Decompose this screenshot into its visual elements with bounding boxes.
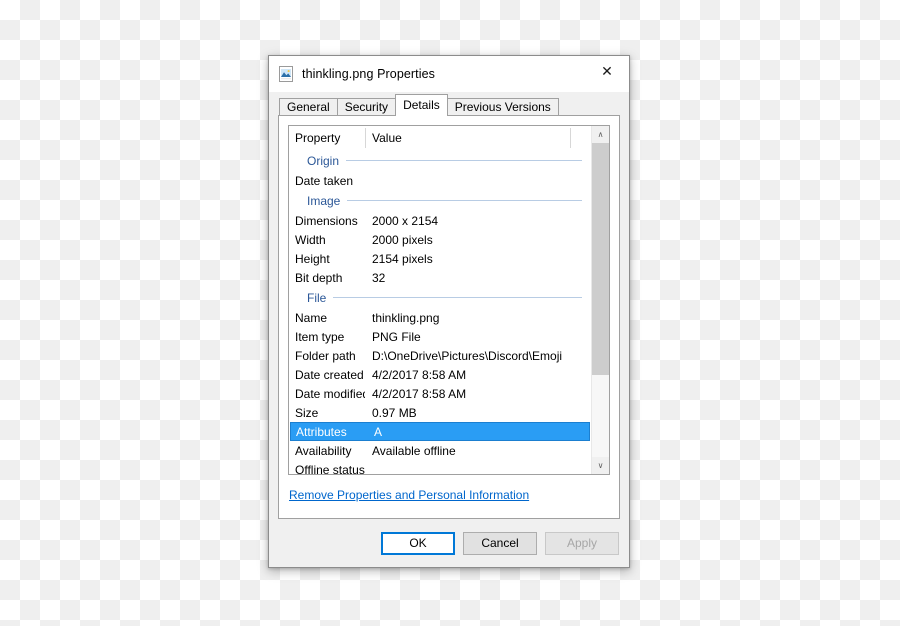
window-title: thinkling.png Properties	[302, 67, 435, 81]
close-icon: ✕	[601, 65, 613, 79]
header-divider-2[interactable]	[570, 128, 571, 148]
title-bar: thinkling.png Properties ✕	[269, 56, 629, 92]
section-image: Image	[289, 190, 591, 211]
row-key: Attributes	[291, 425, 367, 439]
table-row[interactable]: Height 2154 pixels	[289, 249, 591, 268]
row-key: Bit depth	[289, 271, 365, 285]
tab-strip: General Security Details Previous Versio…	[269, 92, 629, 115]
row-value: 2000 pixels	[365, 233, 433, 247]
row-value: Available offline	[365, 444, 456, 458]
tab-general[interactable]: General	[279, 98, 338, 115]
row-value: thinkling.png	[365, 311, 439, 325]
row-value: 0.97 MB	[365, 406, 417, 420]
row-value: PNG File	[365, 330, 421, 344]
row-key: Date taken	[289, 174, 365, 188]
ok-button-label: OK	[409, 536, 426, 550]
apply-button: Apply	[545, 532, 619, 555]
row-value: 2000 x 2154	[365, 214, 438, 228]
header-divider-1[interactable]	[365, 128, 366, 148]
row-key: Width	[289, 233, 365, 247]
table-row[interactable]: Width 2000 pixels	[289, 230, 591, 249]
cancel-button[interactable]: Cancel	[463, 532, 537, 555]
tab-previous-versions[interactable]: Previous Versions	[447, 98, 559, 115]
table-row[interactable]: Date taken	[289, 171, 591, 190]
section-image-label: Image	[307, 194, 347, 208]
property-list-viewport: Property Value Origin Date taken	[289, 126, 591, 474]
tab-security[interactable]: Security	[337, 98, 396, 115]
table-row[interactable]: Size 0.97 MB	[289, 403, 591, 422]
chevron-up-icon: ∧	[598, 131, 604, 139]
scroll-down-button[interactable]: ∨	[592, 457, 609, 474]
row-key: Availability	[289, 444, 365, 458]
details-tab-panel: Property Value Origin Date taken	[278, 115, 620, 519]
table-row[interactable]: Date modified 4/2/2017 8:58 AM	[289, 384, 591, 403]
table-row[interactable]: Offline status	[289, 460, 591, 474]
section-image-rule	[347, 200, 582, 201]
section-file-rule	[333, 297, 582, 298]
row-key: Date modified	[289, 387, 365, 401]
tab-previous-versions-label: Previous Versions	[455, 100, 551, 114]
property-list-header: Property Value	[289, 126, 591, 150]
tab-security-label: Security	[345, 100, 388, 114]
row-key: Height	[289, 252, 365, 266]
table-row[interactable]: Folder path D:\OneDrive\Pictures\Discord…	[289, 346, 591, 365]
row-key: Offline status	[289, 463, 365, 475]
table-row[interactable]: Date created 4/2/2017 8:58 AM	[289, 365, 591, 384]
remove-properties-link[interactable]: Remove Properties and Personal Informati…	[289, 488, 529, 502]
table-row[interactable]: Availability Available offline	[289, 441, 591, 460]
section-origin-rule	[346, 160, 582, 161]
scroll-up-button[interactable]: ∧	[592, 126, 609, 143]
tab-details[interactable]: Details	[395, 94, 448, 116]
row-value: 32	[365, 271, 385, 285]
row-value: 4/2/2017 8:58 AM	[365, 368, 466, 382]
row-value: 2154 pixels	[365, 252, 433, 266]
row-key: Item type	[289, 330, 365, 344]
row-key: Dimensions	[289, 214, 365, 228]
property-rows: Origin Date taken Image Dimensions	[289, 150, 591, 474]
section-file: File	[289, 287, 591, 308]
apply-button-label: Apply	[567, 536, 597, 550]
section-file-label: File	[307, 291, 333, 305]
properties-dialog: thinkling.png Properties ✕ General Secur…	[268, 55, 630, 568]
table-row[interactable]: Name thinkling.png	[289, 308, 591, 327]
section-origin-label: Origin	[307, 154, 346, 168]
row-key: Name	[289, 311, 365, 325]
remove-properties-row: Remove Properties and Personal Informati…	[288, 475, 610, 504]
ok-button[interactable]: OK	[381, 532, 455, 555]
dialog-footer: OK Cancel Apply	[269, 519, 629, 567]
image-file-icon	[278, 66, 294, 82]
tab-general-label: General	[287, 100, 330, 114]
scrollbar-track[interactable]	[592, 143, 609, 457]
tab-details-label: Details	[403, 98, 440, 112]
property-list-scrollbar[interactable]: ∧ ∨	[591, 126, 609, 474]
chevron-down-icon: ∨	[598, 462, 604, 470]
row-key: Date created	[289, 368, 365, 382]
table-row[interactable]: Dimensions 2000 x 2154	[289, 211, 591, 230]
row-value: D:\OneDrive\Pictures\Discord\Emoji	[365, 349, 562, 363]
row-key: Folder path	[289, 349, 365, 363]
table-row[interactable]: Bit depth 32	[289, 268, 591, 287]
column-header-property[interactable]: Property	[289, 131, 365, 145]
close-window-button[interactable]: ✕	[585, 56, 629, 87]
table-row-selected-attributes[interactable]: Attributes A	[290, 422, 590, 441]
section-origin: Origin	[289, 150, 591, 171]
row-value: A	[367, 425, 382, 439]
row-key: Size	[289, 406, 365, 420]
row-value: 4/2/2017 8:58 AM	[365, 387, 466, 401]
table-row[interactable]: Item type PNG File	[289, 327, 591, 346]
property-list: Property Value Origin Date taken	[288, 125, 610, 475]
scrollbar-thumb[interactable]	[592, 143, 609, 375]
column-header-value[interactable]: Value	[365, 131, 402, 145]
cancel-button-label: Cancel	[481, 536, 518, 550]
